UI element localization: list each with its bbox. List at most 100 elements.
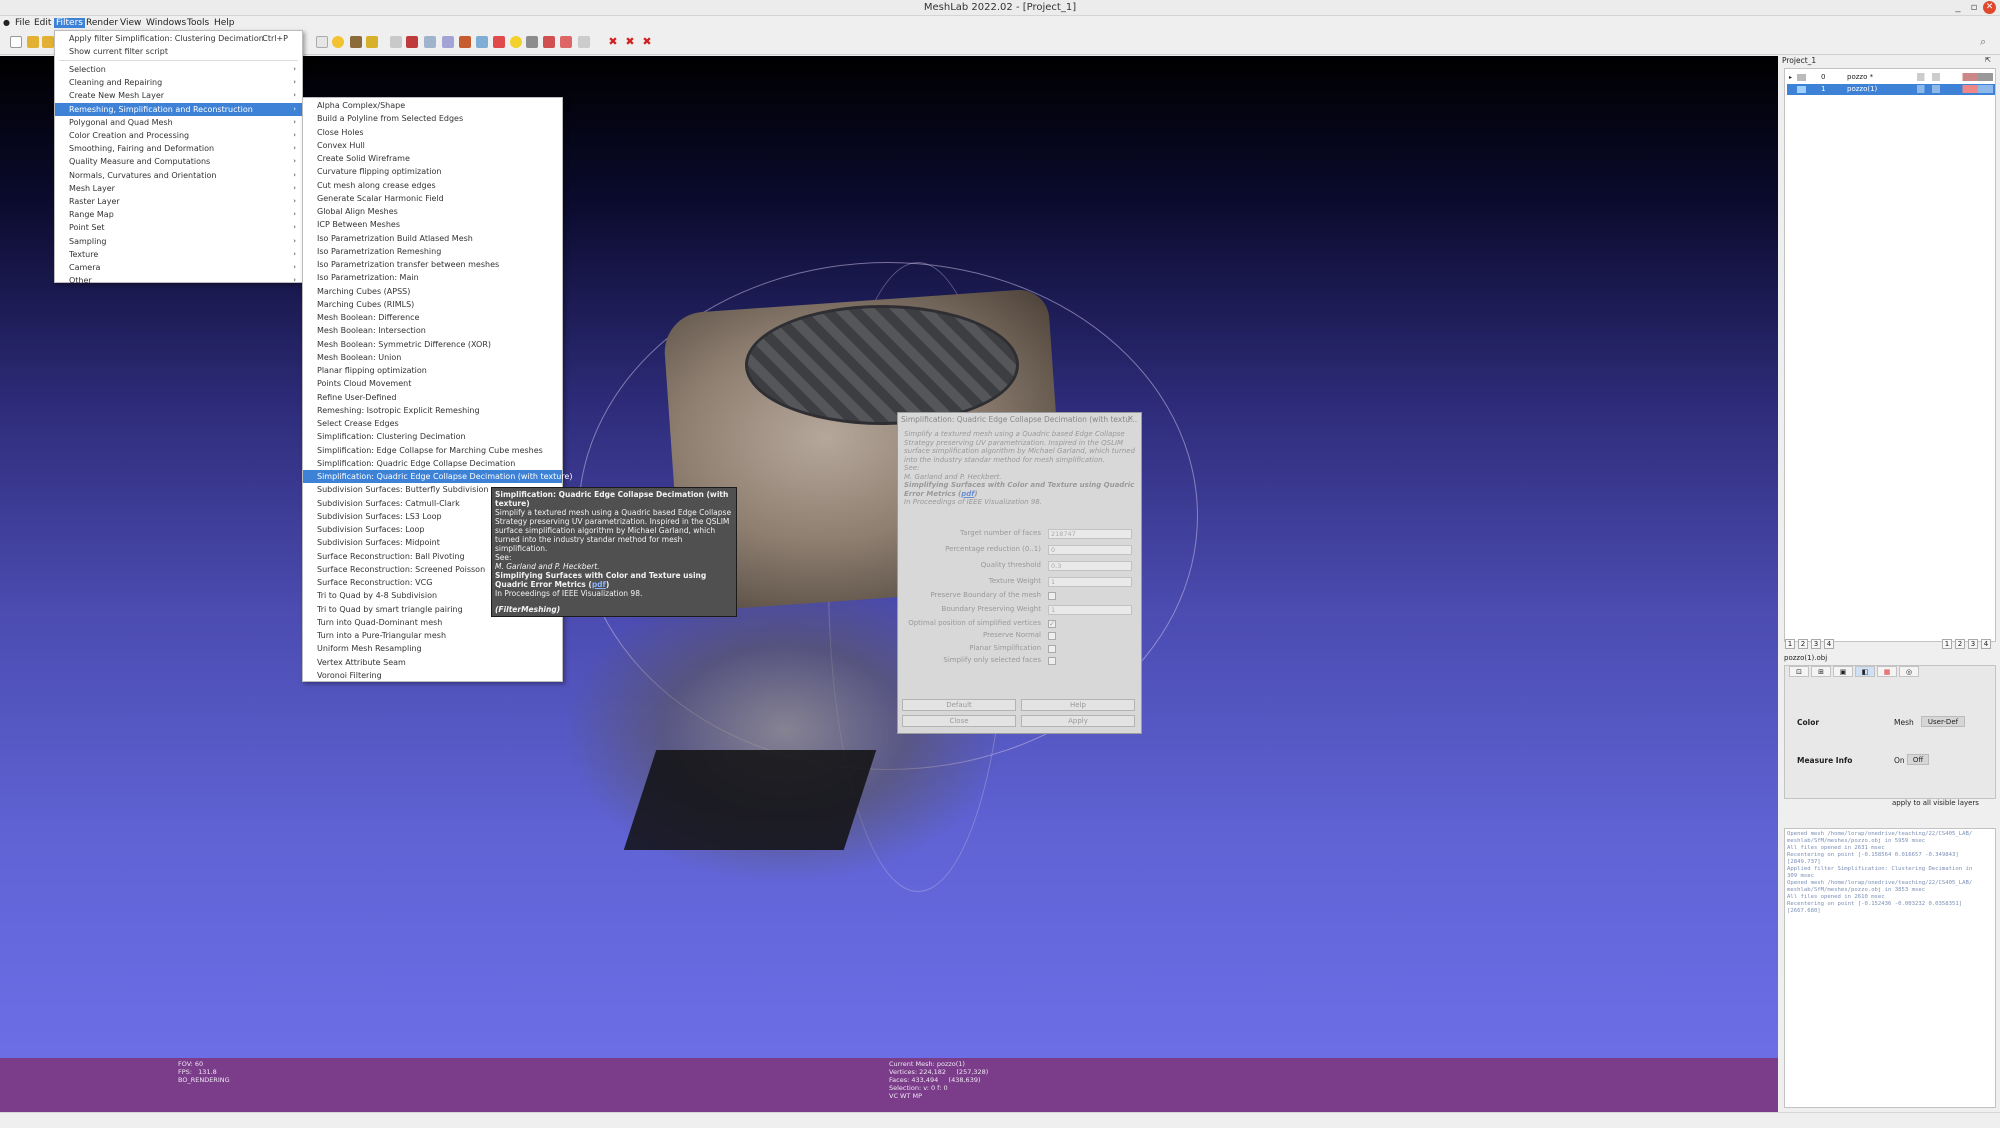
filter-category-item[interactable]: Cleaning and Repairing › (55, 76, 302, 89)
filter-category-item[interactable]: Normals, Curvatures and Orientation › (55, 169, 302, 182)
submenu-item[interactable]: Iso Parametrization: Main (303, 271, 562, 284)
new-project-icon[interactable] (10, 36, 22, 48)
submenu-item[interactable]: Curvature flipping optimization (303, 165, 562, 178)
measure-on-toggle[interactable]: On (1894, 756, 1905, 765)
apply-button[interactable]: Apply (1021, 715, 1135, 727)
submenu-item[interactable]: Iso Parametrization Remeshing (303, 245, 562, 258)
panel-float-icon[interactable]: ⇱ (1985, 56, 1991, 64)
menu-windows[interactable]: Windows (144, 18, 188, 28)
menu-edit[interactable]: Edit (32, 18, 53, 28)
apply-all-layers-label[interactable]: apply to all visible layers (1892, 799, 1979, 807)
maximize-button[interactable]: ▫ (1967, 1, 1981, 15)
layer-row-1[interactable]: 1 pozzo(1) (1787, 84, 1995, 95)
submenu-item[interactable]: Mesh Boolean: Union (303, 351, 562, 364)
open-project-icon[interactable] (27, 36, 39, 48)
submenu-item[interactable]: Iso Parametrization Build Atlased Mesh (303, 232, 562, 245)
search-icon[interactable]: ⌕ (1980, 36, 1992, 48)
tooltip-pdf-link[interactable]: pdf (592, 580, 606, 589)
submenu-item[interactable]: Global Align Meshes (303, 205, 562, 218)
show-filter-script-item[interactable]: Show current filter script (55, 45, 302, 58)
submenu-item[interactable]: Build a Polyline from Selected Edges (303, 112, 562, 125)
view-page-button[interactable]: 1 (1785, 639, 1795, 649)
delete-selected-vertices-icon[interactable]: ✖ (624, 36, 636, 48)
dialog-pdf-link[interactable]: pdf (961, 490, 974, 498)
select-vertices-icon[interactable] (442, 36, 454, 48)
submenu-item[interactable]: Close Holes (303, 126, 562, 139)
view-page-button[interactable]: 4 (1824, 639, 1834, 649)
default-button[interactable]: Default (902, 699, 1016, 711)
submenu-item[interactable]: Turn into a Pure-Triangular mesh (303, 629, 562, 642)
measure-icon[interactable] (332, 36, 344, 48)
align-icon[interactable] (366, 36, 378, 48)
submenu-item[interactable]: Vertex Attribute Seam (303, 656, 562, 669)
menu-view[interactable]: View (118, 18, 143, 28)
tab-wire-icon[interactable]: ⊞ (1811, 666, 1831, 677)
delete-selected-faces-icon[interactable]: ✖ (607, 36, 619, 48)
layer-render-icons[interactable] (1917, 73, 1993, 81)
layer-render-icons[interactable] (1917, 85, 1993, 93)
submenu-item[interactable]: Cut mesh along crease edges (303, 179, 562, 192)
dialog-close-icon[interactable]: ✕ (1127, 414, 1134, 423)
filter-category-item[interactable]: Create New Mesh Layer › (55, 89, 302, 102)
help-button[interactable]: Help (1021, 699, 1135, 711)
minimize-button[interactable]: _ (1951, 1, 1965, 15)
submenu-item[interactable]: ICP Between Meshes (303, 218, 562, 231)
checkbox[interactable] (1048, 632, 1056, 640)
filter-category-item[interactable]: Remeshing, Simplification and Reconstruc… (55, 102, 302, 116)
filter-category-item[interactable]: Camera › (55, 261, 302, 274)
parameter-input[interactable]: 1 (1048, 604, 1132, 615)
info-icon[interactable] (510, 36, 522, 48)
submenu-item[interactable]: Mesh Boolean: Difference (303, 311, 562, 324)
pick-points-icon[interactable] (350, 36, 362, 48)
submenu-item[interactable]: Turn into Quad-Dominant mesh (303, 616, 562, 629)
filter-category-item[interactable]: Smoothing, Fairing and Deformation › (55, 142, 302, 155)
filter-category-item[interactable]: Color Creation and Processing › (55, 129, 302, 142)
filter-category-item[interactable]: Selection › (55, 63, 302, 76)
filter-category-item[interactable]: Point Set › (55, 221, 302, 234)
submenu-item[interactable]: Uniform Mesh Resampling (303, 642, 562, 655)
measure-off-toggle[interactable]: Off (1907, 754, 1929, 765)
apply-last-filter-item[interactable]: Apply filter Simplification: Clustering … (55, 32, 302, 45)
submenu-item[interactable]: Simplification: Quadric Edge Collapse De… (303, 470, 572, 483)
filter-category-item[interactable]: Polygonal and Quad Mesh › (55, 116, 302, 129)
quality-map-icon[interactable] (526, 36, 538, 48)
filter-category-item[interactable]: Texture › (55, 248, 302, 261)
filter-category-item[interactable]: Range Map › (55, 208, 302, 221)
submenu-item[interactable]: Remeshing: Isotropic Explicit Remeshing (303, 404, 562, 417)
menu-render[interactable]: Render (84, 18, 120, 28)
submenu-item[interactable]: Refine User-Defined (303, 391, 562, 404)
submenu-item[interactable]: Create Solid Wireframe (303, 152, 562, 165)
checkbox[interactable] (1048, 592, 1056, 600)
parameter-input[interactable]: 0 (1048, 545, 1132, 555)
submenu-item[interactable]: Iso Parametrization transfer between mes… (303, 258, 562, 271)
parameter-input[interactable]: 218747 (1048, 529, 1132, 539)
menu-filters[interactable]: Filters (54, 18, 85, 28)
filter-category-item[interactable]: Raster Layer › (55, 195, 302, 208)
delete-all-icon[interactable]: ✖ (641, 36, 653, 48)
tab-texture-icon[interactable]: ▦ (1877, 666, 1897, 677)
clear-selection-icon[interactable] (578, 36, 590, 48)
manipulator-icon[interactable] (390, 36, 402, 48)
filter-category-item[interactable]: Sampling › (55, 235, 302, 248)
close-window-button[interactable]: ✕ (1983, 1, 1996, 14)
submenu-item[interactable]: Simplification: Quadric Edge Collapse De… (303, 457, 562, 470)
view-page-button[interactable]: 4 (1981, 639, 1991, 649)
menu-tools[interactable]: Tools (185, 18, 211, 28)
submenu-item[interactable]: Select Crease Edges (303, 417, 562, 430)
texture-icon[interactable] (560, 36, 572, 48)
view-page-button[interactable]: 2 (1798, 639, 1808, 649)
parameter-input[interactable]: 1 (1048, 577, 1132, 587)
submenu-item[interactable]: Simplification: Clustering Decimation (303, 430, 562, 443)
checkbox[interactable] (1048, 644, 1056, 653)
view-page-button[interactable]: 2 (1955, 639, 1965, 649)
submenu-item[interactable]: Marching Cubes (RIMLS) (303, 298, 562, 311)
submenu-item[interactable]: Voronoi Filtering (303, 669, 562, 682)
select-connected-icon[interactable] (459, 36, 471, 48)
parameter-input[interactable]: 0.3 (1048, 561, 1132, 571)
submenu-item[interactable]: Planar flipping optimization (303, 364, 562, 377)
visibility-eye-icon[interactable] (1797, 86, 1806, 93)
open-mesh-icon[interactable] (42, 36, 54, 48)
tab-solid-icon[interactable]: ▣ (1833, 666, 1853, 677)
submenu-item[interactable]: Mesh Boolean: Symmetric Difference (XOR) (303, 338, 562, 351)
view-page-button[interactable]: 1 (1942, 639, 1952, 649)
